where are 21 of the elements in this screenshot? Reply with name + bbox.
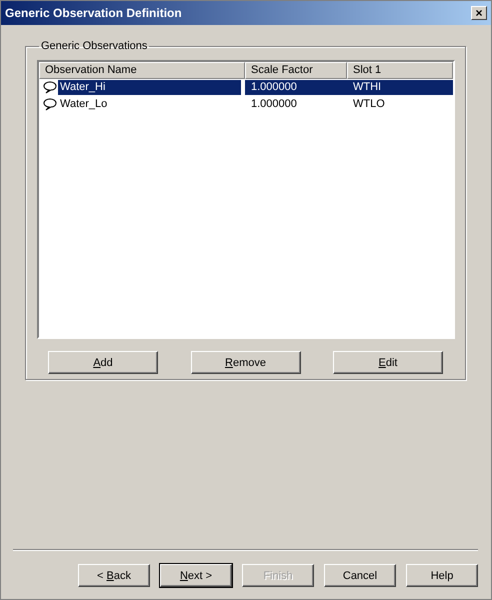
speech-bubble-icon [43,98,57,111]
column-header[interactable]: Slot 1 [347,62,453,79]
table-cell: 1.000000 [245,80,347,95]
table-cell: WTHI [347,80,453,95]
list-button[interactable]: Edit [333,351,443,374]
table-cell[interactable]: Water_Hi [58,80,241,95]
table-cell[interactable]: Water_Lo [58,97,241,112]
table-cell-text: WTLO [352,97,386,112]
list-button[interactable]: Remove [190,351,300,374]
list-button[interactable]: Add [48,351,158,374]
column-header[interactable]: Observation Name [39,62,245,79]
column-header[interactable]: Scale Factor [245,62,347,79]
group-label: Generic Observations [40,40,148,52]
wizard-button[interactable]: Help [406,564,478,587]
table-cell-text: 1.000000 [250,97,298,112]
window-title: Generic Observation Definition [5,6,182,20]
close-button[interactable]: × [471,6,487,20]
wizard-button[interactable]: < Back [78,564,150,587]
wizard-button[interactable]: Next > [160,564,232,587]
wizard-button[interactable]: Cancel [324,564,396,587]
speech-bubble-icon [43,81,57,94]
